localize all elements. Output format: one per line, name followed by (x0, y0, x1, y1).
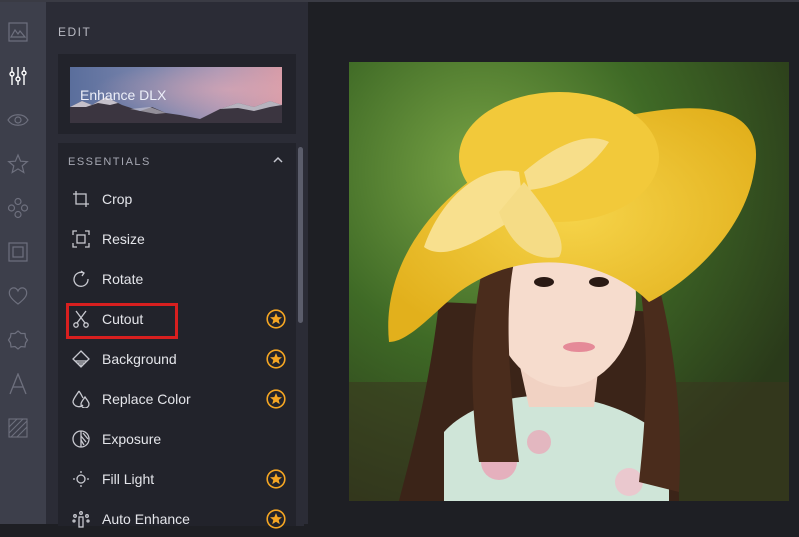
magic-icon (72, 511, 90, 528)
sliders-icon[interactable] (6, 64, 30, 88)
premium-star-icon (266, 389, 286, 409)
tool-rail (0, 2, 46, 524)
tool-label: Background (102, 351, 177, 367)
star-icon[interactable] (6, 152, 30, 176)
tool-rotate[interactable]: Rotate (58, 261, 296, 297)
panel-title: EDIT (58, 25, 92, 39)
chevron-up-icon[interactable] (272, 154, 284, 166)
tool-crop[interactable]: Crop (58, 181, 296, 217)
circles-icon[interactable] (6, 196, 30, 220)
essentials-section: ESSENTIALS Crop Resize Rotate Cutout Bac… (58, 143, 296, 529)
texture-icon[interactable] (6, 416, 30, 440)
text-a-icon[interactable] (6, 372, 30, 396)
tool-exposure[interactable]: Exposure (58, 421, 296, 457)
promo-card: Enhance DLX (58, 54, 296, 134)
canvas-area (308, 2, 799, 524)
tool-label: Replace Color (102, 391, 191, 407)
tool-label: Auto Enhance (102, 511, 190, 527)
tool-label: Crop (102, 191, 133, 207)
background-icon (72, 350, 90, 368)
premium-star-icon (266, 509, 286, 529)
tool-label: Exposure (102, 431, 162, 447)
drops-icon (72, 390, 90, 408)
tool-fill-light[interactable]: Fill Light (58, 461, 296, 497)
heart-icon[interactable] (6, 284, 30, 308)
mountain-image-icon[interactable] (6, 20, 30, 44)
tool-label: Rotate (102, 271, 144, 287)
sun-icon (73, 471, 89, 487)
promo-label: Enhance DLX (80, 87, 167, 103)
cutout-highlight-box (66, 303, 178, 339)
crop-icon (73, 191, 89, 207)
tool-auto-enhance[interactable]: Auto Enhance (58, 501, 296, 537)
tool-label: Fill Light (102, 471, 155, 487)
premium-star-icon (266, 349, 286, 369)
premium-star-icon (266, 309, 286, 329)
rotate-icon (73, 270, 89, 287)
panel-scrollbar[interactable] (296, 143, 304, 526)
scrollbar-thumb[interactable] (298, 147, 303, 323)
resize-icon (72, 230, 90, 248)
enhance-dlx-banner[interactable]: Enhance DLX (70, 67, 282, 123)
tool-replace-color[interactable]: Replace Color (58, 381, 296, 417)
premium-star-icon (266, 469, 286, 489)
edit-panel: EDIT Enhance DLX ESSENTIALS Crop Resize (46, 2, 308, 529)
exposure-icon (72, 430, 90, 448)
eye-icon[interactable] (6, 108, 30, 132)
photo-canvas[interactable] (349, 62, 789, 501)
frame-icon[interactable] (6, 240, 30, 264)
badge-icon[interactable] (6, 328, 30, 352)
tool-background[interactable]: Background (58, 341, 296, 377)
portrait-photo (349, 62, 789, 501)
tool-resize[interactable]: Resize (58, 221, 296, 257)
section-header[interactable]: ESSENTIALS (68, 156, 151, 168)
tool-label: Resize (102, 231, 145, 247)
